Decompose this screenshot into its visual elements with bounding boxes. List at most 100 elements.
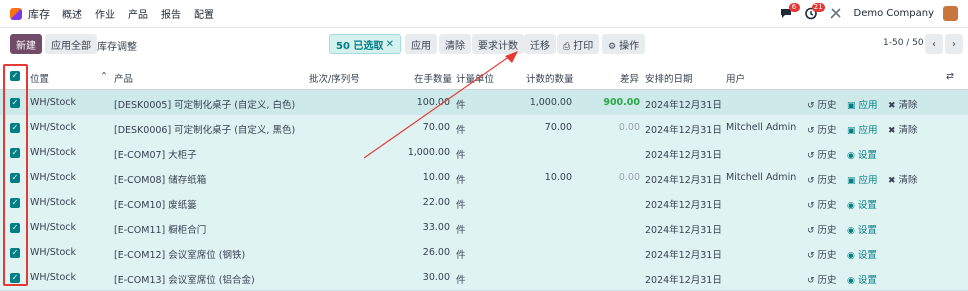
apply-row-button[interactable]: ▣ 应用 [847,97,878,111]
cell-qty[interactable]: 22.00 [390,197,450,208]
target-icon: ◉ [847,226,855,236]
cell-location[interactable]: WH/Stock [30,222,76,233]
pager-next-icon[interactable]: › [945,34,963,54]
cell-scheduled-date[interactable]: 2024年12月31日 [645,222,722,236]
menu-operations[interactable]: 作业 [95,6,115,21]
cell-product[interactable]: [E-COM11] 橱柜合门 [114,222,206,236]
annotation-arrow [363,51,518,159]
menu-configuration[interactable]: 配置 [194,6,214,21]
set-label: 设置 [857,200,877,211]
chat-icon[interactable]: 6 [779,2,800,21]
col-lot[interactable]: 批次/序列号 [309,71,360,85]
cell-user[interactable]: Mitchell Admin [726,122,796,133]
set-row-button[interactable]: ◉ 设置 [847,222,877,236]
col-user[interactable]: 用户 [726,71,745,85]
cell-counted[interactable]: 10.00 [510,172,572,183]
pager-previous-icon[interactable]: ‹ [925,34,943,54]
col-product[interactable]: 产品 [114,71,133,85]
set-row-button[interactable]: ◉ 设置 [847,272,877,286]
table-row[interactable]: ✓ WH/Stock [E-COM10] 废纸篓 22.00 件 2024年12月31日 ↺… [0,190,968,216]
history-button[interactable]: ↺ 历史 [807,122,837,136]
history-label: 历史 [817,250,837,261]
sort-up-icon[interactable]: ⌃ [100,71,108,82]
apply-row-button[interactable]: ▣ 应用 [847,172,878,186]
history-button[interactable]: ↺ 历史 [807,197,837,211]
table-row[interactable]: ✓ WH/Stock [E-COM11] 橱柜合门 33.00 件 2024年12月31日… [0,215,968,241]
cell-qty[interactable]: 33.00 [390,222,450,233]
company-switcher[interactable]: Demo Company [854,8,934,19]
cell-scheduled-date[interactable]: 2024年12月31日 [645,272,722,286]
apply-row-button[interactable]: ▣ 应用 [847,122,878,136]
clear-label: 清除 [898,125,918,136]
col-location[interactable]: 位置 [30,71,49,85]
cell-location[interactable]: WH/Stock [30,147,76,158]
actions-label: 操作 [619,40,640,52]
set-row-button[interactable]: ◉ 设置 [847,247,877,261]
history-icon: ↺ [807,201,815,211]
cell-location[interactable]: WH/Stock [30,97,76,108]
cell-product[interactable]: [E-COM08] 储存纸箱 [114,172,206,186]
new-button[interactable]: 新建 [10,34,42,54]
cell-scheduled-date[interactable]: 2024年12月31日 [645,172,722,186]
history-label: 历史 [817,125,837,136]
table-row[interactable]: ✓ WH/Stock [E-COM12] 会议室席位 (钢铁) 26.00 件 2024年… [0,240,968,266]
print-label: 打印 [573,40,594,52]
cell-scheduled-date[interactable]: 2024年12月31日 [645,122,722,136]
table-row[interactable]: ✓ WH/Stock [E-COM13] 会议室席位 (铝合金) 30.00 件 2024… [0,265,968,291]
menu-app-inventory[interactable]: 库存 [28,6,50,22]
cell-location[interactable]: WH/Stock [30,197,76,208]
cell-scheduled-date[interactable]: 2024年12月31日 [645,247,722,261]
history-button[interactable]: ↺ 历史 [807,222,837,236]
cell-qty[interactable]: 30.00 [390,272,450,283]
menu-reporting[interactable]: 报告 [161,6,181,21]
clear-row-button[interactable]: ✖ 清除 [888,172,918,186]
history-button[interactable]: ↺ 历史 [807,97,837,111]
col-counted[interactable]: 计数的数量 [526,71,574,85]
history-button[interactable]: ↺ 历史 [807,172,837,186]
cell-uom[interactable]: 件 [456,272,466,286]
cell-scheduled-date[interactable]: 2024年12月31日 [645,147,722,161]
col-date[interactable]: 安排的日期 [645,71,693,85]
clear-row-button[interactable]: ✖ 清除 [888,97,918,111]
cell-product[interactable]: [E-COM12] 会议室席位 (钢铁) [114,247,245,261]
actions-button[interactable]: ⚙ 操作 [602,34,646,54]
user-avatar[interactable] [943,6,958,21]
cell-product[interactable]: [DESK0005] 可定制化桌子 (自定义, 白色) [114,97,295,111]
apply-all-button[interactable]: 应用全部 [45,34,97,54]
activity-clock-icon[interactable]: 21 [804,2,825,21]
set-row-button[interactable]: ◉ 设置 [847,147,877,161]
cell-qty[interactable]: 26.00 [390,247,450,258]
col-diff[interactable]: 差异 [620,71,639,85]
tools-icon[interactable] [829,7,845,21]
pager-value[interactable]: 1-50 / 50 [883,38,924,48]
cell-location[interactable]: WH/Stock [30,247,76,258]
cell-uom[interactable]: 件 [456,197,466,211]
cell-uom[interactable]: 件 [456,172,466,186]
menu-overview[interactable]: 概述 [62,6,82,21]
history-button[interactable]: ↺ 历史 [807,147,837,161]
top-navbar: 库存 概述 作业 产品 报告 配置 6 21 Demo Company [0,0,968,28]
cell-product[interactable]: [E-COM07] 大柜子 [114,147,197,161]
cell-qty[interactable]: 10.00 [390,172,450,183]
cell-product[interactable]: [E-COM13] 会议室席位 (铝合金) [114,272,255,286]
cell-location[interactable]: WH/Stock [30,272,76,283]
history-button[interactable]: ↺ 历史 [807,247,837,261]
cell-location[interactable]: WH/Stock [30,122,76,133]
cell-scheduled-date[interactable]: 2024年12月31日 [645,197,722,211]
cell-location[interactable]: WH/Stock [30,172,76,183]
cell-scheduled-date[interactable]: 2024年12月31日 [645,97,722,111]
menu-products[interactable]: 产品 [128,6,148,21]
history-button[interactable]: ↺ 历史 [807,272,837,286]
cell-uom[interactable]: 件 [456,222,466,236]
table-row[interactable]: ✓ WH/Stock [E-COM08] 储存纸箱 10.00 件 10.00 0.00 20… [0,165,968,191]
inventory-app-icon[interactable] [10,7,22,20]
cell-product[interactable]: [DESK0006] 可定制化桌子 (自定义, 黑色) [114,122,295,136]
print-button[interactable]: ⎙ 打印 [557,34,600,54]
annotation-highlight-box [3,64,28,286]
clear-row-button[interactable]: ✖ 清除 [888,122,918,136]
cell-product[interactable]: [E-COM10] 废纸篓 [114,197,197,211]
column-settings-icon[interactable]: ⇄ [946,71,954,82]
cell-user[interactable]: Mitchell Admin [726,172,796,183]
cell-uom[interactable]: 件 [456,247,466,261]
set-row-button[interactable]: ◉ 设置 [847,197,877,211]
